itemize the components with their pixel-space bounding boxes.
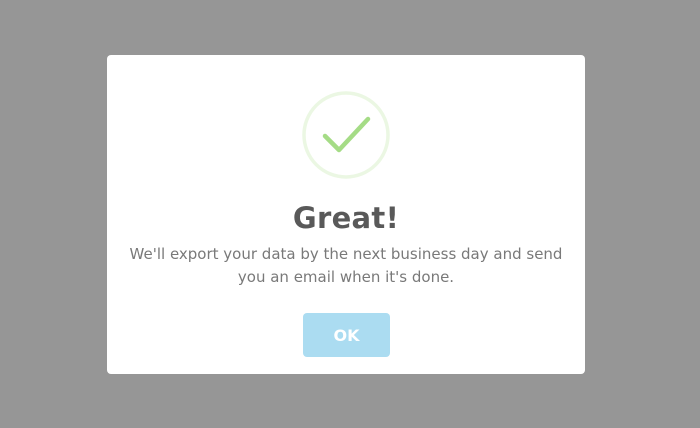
export-success-dialog: Great! We'll export your data by the nex… [107, 55, 585, 374]
dialog-title: Great! [292, 201, 400, 235]
dialog-message: We'll export your data by the next busin… [129, 245, 563, 286]
checkmark-success-icon [302, 91, 390, 179]
ok-button[interactable]: OK [303, 313, 390, 357]
